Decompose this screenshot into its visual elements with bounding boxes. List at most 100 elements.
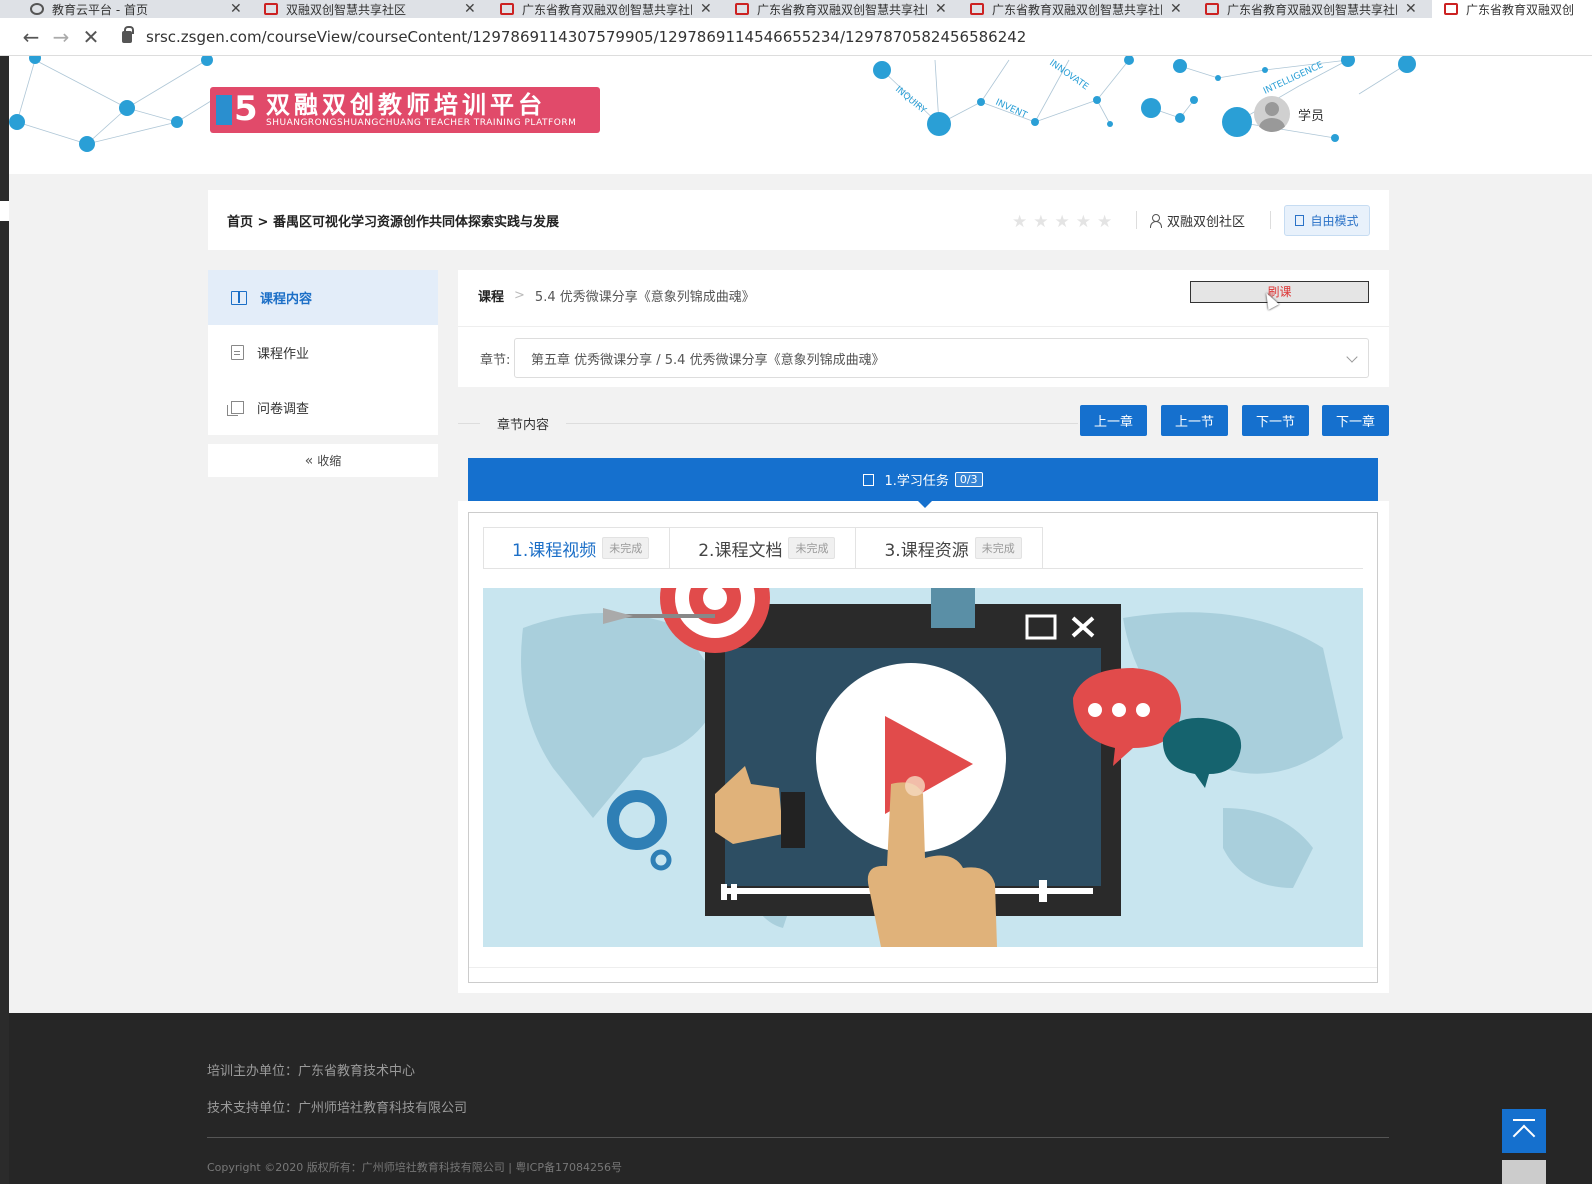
back-to-top-icon [1513, 1119, 1535, 1121]
address-bar: ← → ✕ srsc.zsgen.com/courseView/courseCo… [0, 18, 1592, 56]
side-toolbar-button[interactable] [1502, 1160, 1546, 1184]
collapse-sidebar-button[interactable]: « 收缩 [208, 444, 438, 477]
status-badge: 未完成 [974, 537, 1022, 559]
browser-tab[interactable]: 广东省教育双融双创智慧共享社区 ✕ [735, 0, 955, 18]
left-edge-strip [0, 56, 9, 1184]
sidebar-item-label: 问卷调查 [257, 402, 310, 417]
auto-study-button[interactable]: 刷课 [1190, 281, 1369, 303]
close-icon[interactable]: ✕ [700, 1, 712, 17]
crumb-current: 5.4 优秀微课分享《意象列锦成曲魂》 [534, 290, 755, 305]
next-section-button[interactable]: 下一节 [1242, 405, 1309, 436]
next-chapter-button[interactable]: 下一章 [1322, 405, 1389, 436]
close-icon[interactable]: ✕ [1405, 1, 1417, 17]
user-menu[interactable]: 学员 [1254, 96, 1324, 132]
status-badge: 未完成 [788, 537, 836, 559]
tab-title: 双融双创智慧共享社区 [286, 2, 407, 17]
browser-tab[interactable]: 广东省教育双融双创智慧共享社区 ✕ [500, 0, 720, 18]
chapter-select[interactable]: 第五章 优秀微课分享 / 5.4 优秀微课分享《意象列锦成曲魂》 [514, 338, 1369, 378]
status-badge: 未完成 [602, 537, 650, 559]
avatar[interactable] [1254, 96, 1290, 132]
video-cover-illustration [521, 588, 1343, 947]
chevron-right-icon: > [514, 288, 525, 303]
crumb-root[interactable]: 课程 [478, 286, 504, 305]
stop-loading-icon[interactable]: ✕ [76, 25, 106, 49]
free-mode-button[interactable]: 自由模式 [1284, 205, 1370, 236]
logo-subtitle: SHUANGRONGSHUANGCHUANG TEACHER TRAINING … [266, 117, 577, 128]
logo-title: 双融双创教师培训平台 [266, 90, 546, 119]
sidebar-item-homework[interactable]: 课程作业 [208, 325, 438, 380]
user-name: 学员 [1298, 108, 1325, 124]
sidebar-item-label: 课程内容 [260, 292, 313, 307]
browser-tab[interactable]: 广东省教育双融双创智慧共享社区 ✕ [1205, 0, 1425, 18]
tab-title: 广东省教育双融双创智慧共享社区 [757, 2, 927, 17]
tab-course-document[interactable]: 2.课程文档 未完成 [670, 527, 857, 568]
prev-chapter-button[interactable]: 上一章 [1080, 405, 1147, 436]
tab-course-resource[interactable]: 3.课程资源 未完成 [856, 527, 1043, 568]
globe-icon [30, 3, 44, 15]
sidebar-item-course-content[interactable]: 课程内容 [208, 270, 438, 325]
course-breadcrumb: 课程 > 5.4 优秀微课分享《意象列锦成曲魂》 [478, 286, 755, 305]
tab-title: 广东省教育双融双创 [1466, 2, 1575, 17]
person-icon [1149, 214, 1162, 228]
url-field[interactable]: srsc.zsgen.com/courseView/courseContent/… [122, 25, 1026, 46]
close-icon[interactable]: ✕ [464, 1, 476, 17]
content-tabs: 1.课程视频 未完成 2.课程文档 未完成 3.课程资源 未完成 [483, 527, 1043, 568]
free-mode-label: 自由模式 [1310, 214, 1359, 228]
task-list-icon [863, 473, 875, 486]
site-logo-icon [735, 3, 749, 15]
section-title: 章节内容 [480, 414, 567, 433]
chapter-label: 章节: [480, 353, 511, 368]
task-progress-badge: 0/3 [954, 472, 983, 487]
chapter-select-value: 第五章 优秀微课分享 / 5.4 优秀微课分享《意象列锦成曲魂》 [531, 352, 885, 368]
task-label: 1.学习任务 [884, 474, 949, 489]
lock-icon [122, 25, 134, 43]
divider [1270, 211, 1271, 229]
rating-stars-icon[interactable]: ★★★★★ [1012, 212, 1118, 232]
community-link[interactable]: 双融双创社区 [1149, 211, 1245, 230]
invent-word: INVENT [994, 98, 1029, 121]
footer-organizer: 培训主办单位：广东省教育技术中心 [207, 1064, 416, 1079]
video-player[interactable] [483, 588, 1363, 947]
logo-mark-icon: 5 [210, 87, 266, 133]
learning-task-bar[interactable]: 1.学习任务 0/3 [468, 458, 1378, 501]
collapse-label: 收缩 [317, 454, 342, 468]
tab-label: 2.课程文档 [698, 540, 783, 561]
close-icon[interactable]: ✕ [230, 1, 242, 17]
tab-title: 教育云平台 - 首页 [52, 2, 148, 17]
site-logo-icon [1205, 3, 1219, 15]
prev-section-button[interactable]: 上一节 [1161, 405, 1228, 436]
double-chevron-left-icon: « [304, 452, 314, 469]
divider [1136, 211, 1137, 229]
document-icon [231, 345, 244, 360]
inquiry-word: INQUIRY [893, 85, 928, 117]
book-icon [231, 290, 247, 305]
intelligence-word: INTELLIGENCE [1262, 60, 1325, 97]
course-sidebar: 课程内容 课程作业 问卷调查 [208, 270, 438, 435]
bookmark-icon [1295, 215, 1305, 226]
browser-tab[interactable]: 教育云平台 - 首页 ✕ [30, 0, 250, 18]
browser-tab[interactable]: 广东省教育双融双创智慧共享社区 ✕ [970, 0, 1190, 18]
back-to-top-button[interactable] [1502, 1109, 1546, 1153]
sidebar-item-survey[interactable]: 问卷调查 [208, 380, 438, 435]
caret-down-icon [918, 501, 932, 508]
close-icon[interactable]: ✕ [935, 1, 947, 17]
site-logo-icon [1444, 3, 1458, 15]
browser-tab[interactable]: 双融双创智慧共享社区 ✕ [264, 0, 484, 18]
site-logo[interactable]: 5 双融双创教师培训平台 SHUANGRONGSHUANGCHUANG TEAC… [210, 87, 600, 133]
back-arrow-icon[interactable]: ← [16, 25, 46, 49]
breadcrumb[interactable]: 首页 > 番禺区可视化学习资源创作共同体探索实践与发展 [227, 211, 559, 230]
site-logo-icon [264, 3, 278, 15]
site-header: INQUIRY INNOVATE INVENT INTELLIGENCE 5 双… [9, 56, 1592, 174]
tab-label: 1.课程视频 [512, 540, 597, 561]
tab-label: 3.课程资源 [884, 540, 969, 561]
site-logo-icon [970, 3, 984, 15]
divider [458, 326, 1389, 327]
tabs-underline [483, 568, 1363, 569]
divider [469, 967, 1377, 968]
browser-tab-bar: 教育云平台 - 首页 ✕ 双融双创智慧共享社区 ✕ 广东省教育双融双创智慧共享社… [0, 0, 1592, 18]
browser-tab-active[interactable]: 广东省教育双融双创 [1432, 0, 1592, 18]
forward-arrow-icon[interactable]: → [46, 25, 76, 49]
tab-title: 广东省教育双融双创智慧共享社区 [992, 2, 1162, 17]
close-icon[interactable]: ✕ [1170, 1, 1182, 17]
tab-course-video[interactable]: 1.课程视频 未完成 [483, 527, 671, 568]
